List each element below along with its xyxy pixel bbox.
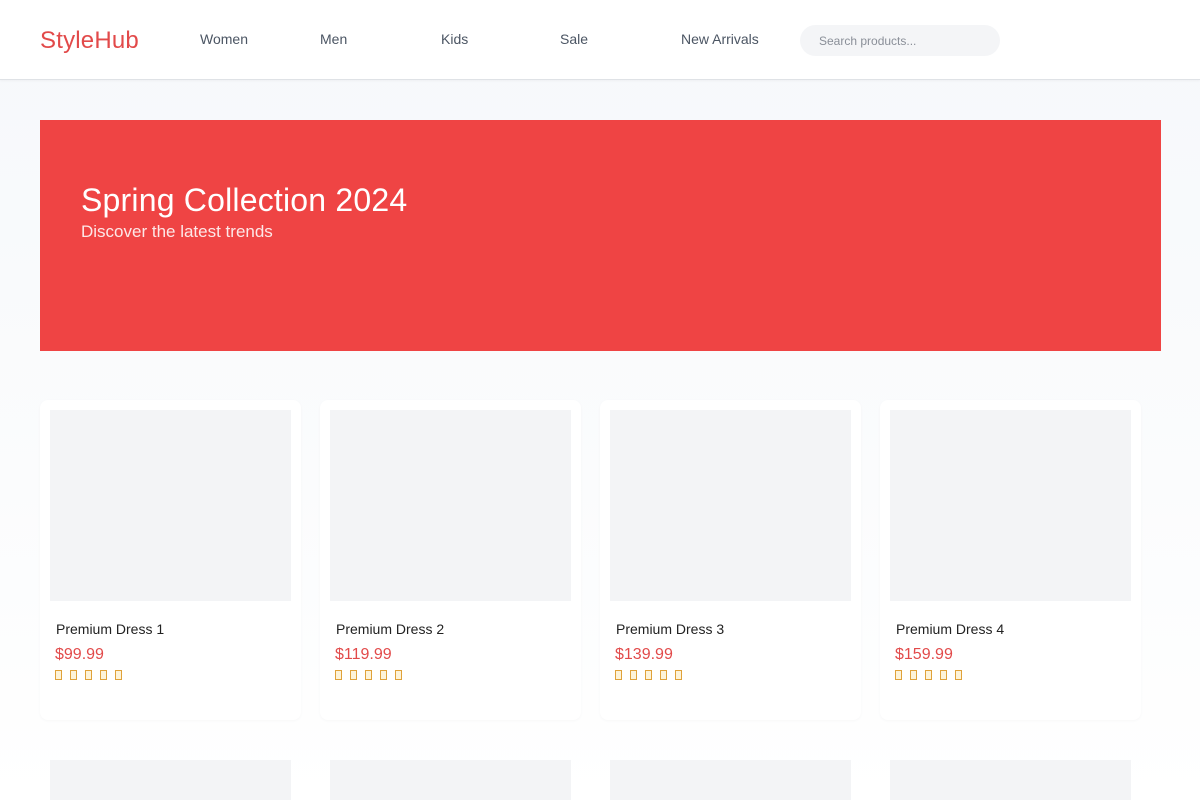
star-icon <box>910 670 917 680</box>
hero-banner[interactable]: Spring Collection 2024 Discover the late… <box>40 120 1161 351</box>
star-icon <box>955 670 962 680</box>
star-icon <box>925 670 932 680</box>
star-icon <box>940 670 947 680</box>
site-logo[interactable]: StyleHub <box>40 27 139 55</box>
product-rating <box>55 670 122 680</box>
product-price: $159.99 <box>895 646 953 663</box>
product-image[interactable] <box>890 760 1131 800</box>
product-price: $99.99 <box>55 646 104 663</box>
star-icon <box>660 670 667 680</box>
product-rating <box>895 670 962 680</box>
nav-item-kids[interactable]: Kids <box>441 31 468 47</box>
product-card[interactable]: Premium Dress 3 $139.99 <box>600 400 861 720</box>
star-icon <box>85 670 92 680</box>
star-icon <box>70 670 77 680</box>
nav-item-men[interactable]: Men <box>320 31 347 47</box>
product-rating <box>335 670 402 680</box>
product-card[interactable]: Premium Dress 2 $119.99 <box>320 400 581 720</box>
product-card[interactable]: Premium Dress 1 $99.99 <box>40 400 301 720</box>
star-icon <box>895 670 902 680</box>
product-name[interactable]: Premium Dress 3 <box>616 621 724 637</box>
star-icon <box>115 670 122 680</box>
product-image[interactable] <box>330 760 571 800</box>
star-icon <box>395 670 402 680</box>
product-name[interactable]: Premium Dress 2 <box>336 621 444 637</box>
nav-item-women[interactable]: Women <box>200 31 248 47</box>
star-icon <box>100 670 107 680</box>
product-image[interactable] <box>50 410 291 601</box>
star-icon <box>675 670 682 680</box>
hero-subtitle: Discover the latest trends <box>81 222 273 241</box>
search-input[interactable] <box>800 25 1000 56</box>
product-price: $119.99 <box>335 646 392 663</box>
star-icon <box>365 670 372 680</box>
star-icon <box>630 670 637 680</box>
nav-item-sale[interactable]: Sale <box>560 31 588 47</box>
star-icon <box>55 670 62 680</box>
hero-title: Spring Collection 2024 <box>81 182 408 218</box>
star-icon <box>350 670 357 680</box>
product-image[interactable] <box>610 410 851 601</box>
site-header: StyleHub Women Men Kids Sale New Arrival… <box>0 0 1200 80</box>
product-image[interactable] <box>610 760 851 800</box>
product-image[interactable] <box>50 760 291 800</box>
product-rating <box>615 670 682 680</box>
nav-item-new-arrivals[interactable]: New Arrivals <box>681 31 759 47</box>
product-card[interactable]: Premium Dress 4 $159.99 <box>880 400 1141 720</box>
star-icon <box>645 670 652 680</box>
product-name[interactable]: Premium Dress 4 <box>896 621 1004 637</box>
star-icon <box>615 670 622 680</box>
product-image[interactable] <box>890 410 1131 601</box>
product-image[interactable] <box>330 410 571 601</box>
star-icon <box>335 670 342 680</box>
product-name[interactable]: Premium Dress 1 <box>56 621 164 637</box>
product-price: $139.99 <box>615 646 673 663</box>
star-icon <box>380 670 387 680</box>
